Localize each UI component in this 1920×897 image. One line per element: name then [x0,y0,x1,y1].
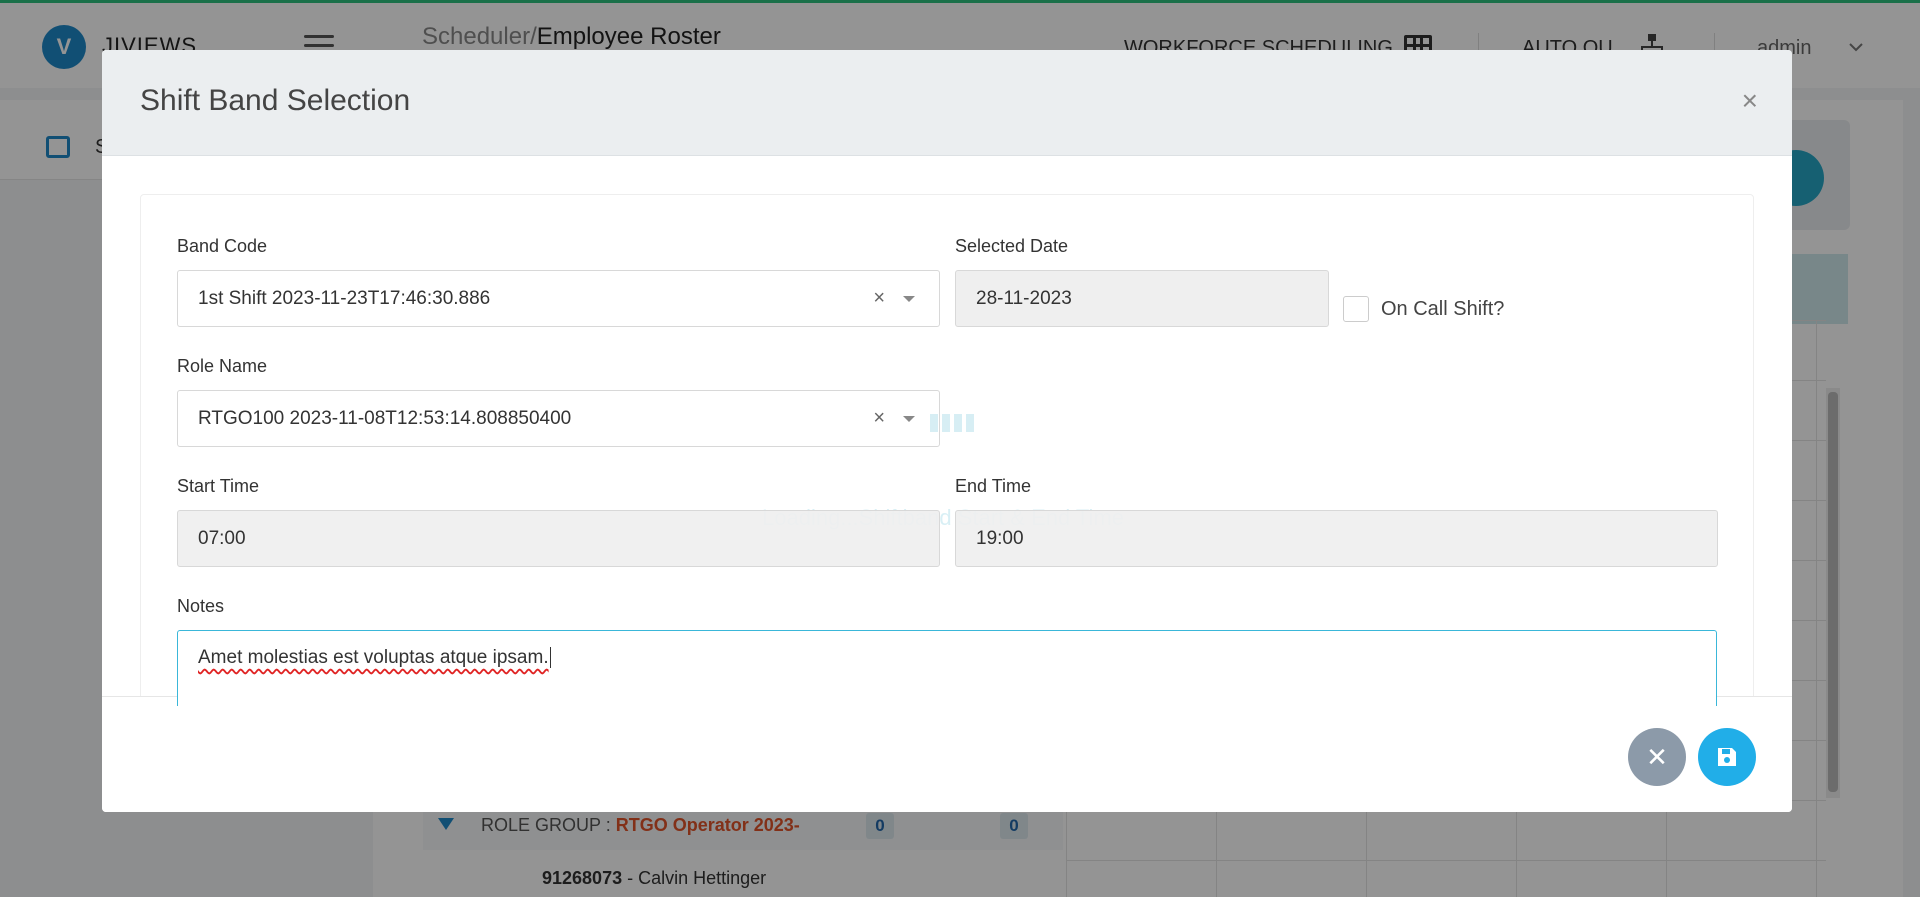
caret-down-icon[interactable] [903,416,915,422]
save-icon [1718,748,1736,766]
loading-spinner [930,414,990,432]
start-time-label: Start Time [177,476,260,496]
selected-date-field: 28-11-2023 [955,270,1329,327]
on-call-label[interactable]: On Call Shift? [1381,298,1504,321]
modal-footer: ✕ [102,696,1792,812]
clear-icon[interactable]: × [873,271,885,326]
band-code-value: 1st Shift 2023-11-23T17:46:30.886 [198,288,491,309]
text-cursor [549,647,551,668]
role-name-label: Role Name [177,356,268,376]
cancel-button[interactable]: ✕ [1628,728,1686,786]
modal-title: Shift Band Selection [140,84,411,117]
close-icon[interactable]: × [1742,86,1758,116]
band-code-select[interactable]: 1st Shift 2023-11-23T17:46:30.886 × [177,270,940,327]
notes-textarea[interactable]: Amet molestias est voluptas atque ipsam. [177,630,1717,706]
role-name-value: RTGO100 2023-11-08T12:53:14.808850400 [198,408,572,429]
save-button[interactable] [1698,728,1756,786]
end-time-field: 19:00 [955,510,1718,567]
selected-date-label: Selected Date [955,236,1069,256]
modal-header: Shift Band Selection × [102,50,1792,156]
end-time-label: End Time [955,476,1032,496]
on-call-checkbox[interactable] [1343,296,1369,322]
clear-icon[interactable]: × [873,391,885,446]
start-time-field: 07:00 [177,510,940,567]
notes-value: Amet molestias est voluptas atque ipsam. [198,647,549,668]
role-name-select[interactable]: RTGO100 2023-11-08T12:53:14.808850400 × [177,390,940,447]
band-code-label: Band Code [177,236,268,256]
caret-down-icon[interactable] [903,296,915,302]
notes-label: Notes [177,596,225,616]
